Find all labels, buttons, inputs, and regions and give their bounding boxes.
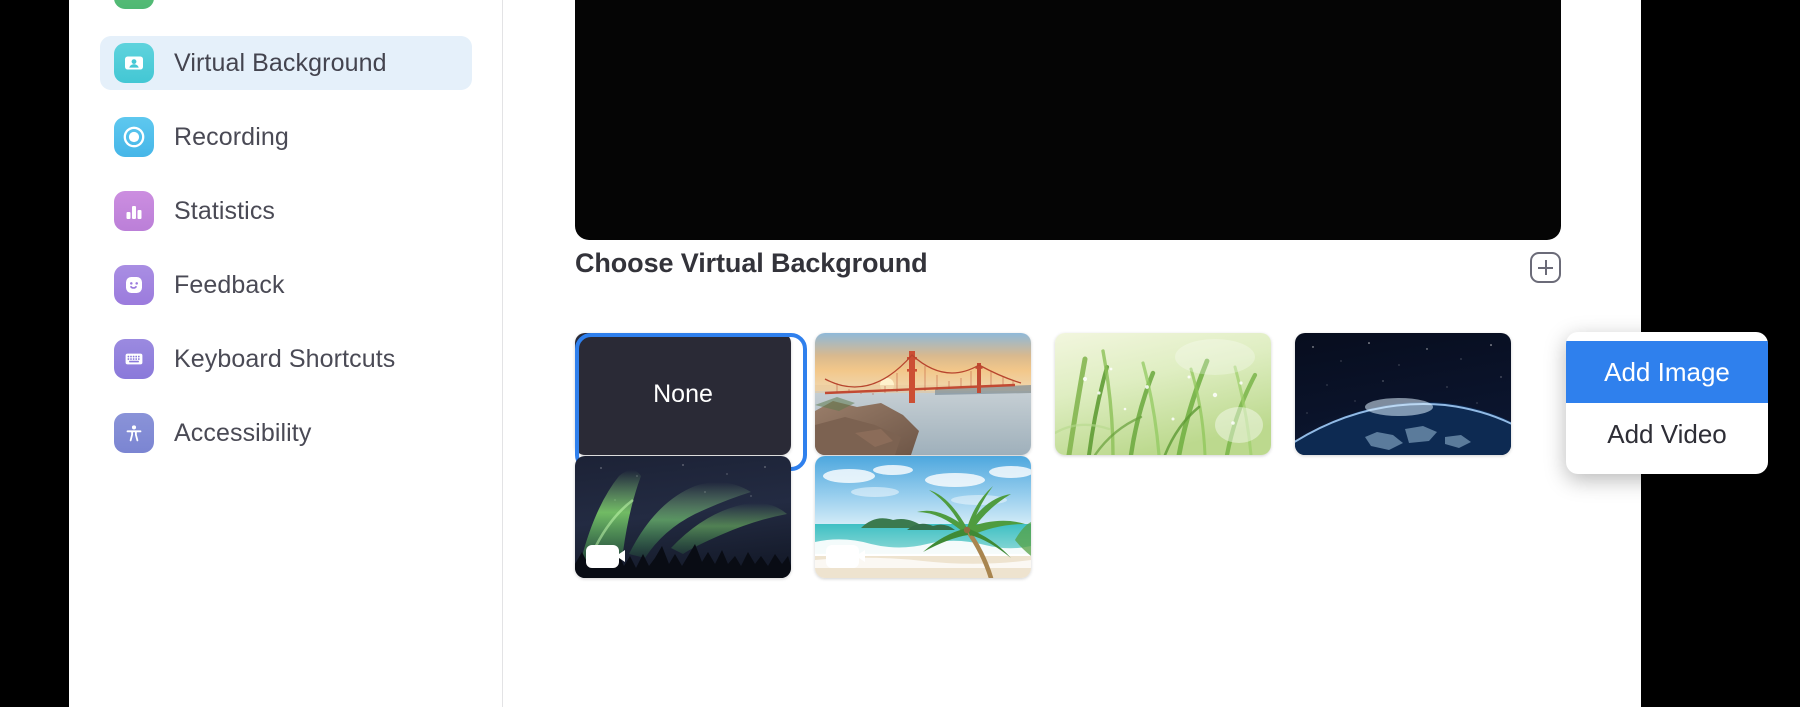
menu-item-label: Add Image <box>1604 356 1730 387</box>
bar-chart-icon <box>114 191 154 231</box>
sidebar-item-clipped-top[interactable] <box>100 0 472 16</box>
video-badge-icon <box>826 545 865 568</box>
keyboard-icon <box>114 339 154 379</box>
video-badge-icon <box>586 545 625 568</box>
sidebar-item-label: Keyboard Shortcuts <box>174 344 396 373</box>
plus-icon-vertical <box>1544 260 1547 275</box>
sidebar-item-statistics[interactable]: Statistics <box>100 184 472 238</box>
person-card-icon <box>114 43 154 83</box>
green-rounded-icon <box>114 0 154 9</box>
menu-item-add-video[interactable]: Add Video <box>1566 403 1768 465</box>
golden-gate-bridge-art <box>815 333 1031 455</box>
menu-item-label: Add Video <box>1607 418 1727 449</box>
record-circle-icon <box>114 117 154 157</box>
main-content: Choose Virtual Background None <box>504 0 1641 707</box>
add-background-menu: Add Image Add Video <box>1566 332 1768 474</box>
background-tile-space[interactable] <box>1295 333 1511 455</box>
sidebar-item-feedback[interactable]: Feedback <box>100 258 472 312</box>
settings-window: Virtual Background Recording Statistics … <box>69 0 1768 707</box>
background-tile-label: None <box>653 379 713 408</box>
smiley-face-icon <box>114 265 154 305</box>
screen: Virtual Background Recording Statistics … <box>0 0 1800 707</box>
section-header: Choose Virtual Background <box>575 248 1561 290</box>
green-grass-dew-art <box>1055 333 1271 455</box>
sidebar-item-label: Feedback <box>174 270 285 299</box>
sidebar-item-virtual-background[interactable]: Virtual Background <box>100 36 472 90</box>
sidebar-item-recording[interactable]: Recording <box>100 110 472 164</box>
accessibility-person-icon <box>114 413 154 453</box>
camera-preview[interactable] <box>575 0 1561 240</box>
sidebar-item-label: Virtual Background <box>174 48 387 77</box>
background-tile-beach[interactable] <box>815 456 1031 578</box>
sidebar-item-accessibility[interactable]: Accessibility <box>100 406 472 460</box>
sidebar-item-label: Statistics <box>174 196 276 225</box>
background-tile-aurora[interactable] <box>575 456 791 578</box>
page-title: Choose Virtual Background <box>575 248 928 278</box>
background-tile-bridge[interactable] <box>815 333 1031 455</box>
background-tile-none[interactable]: None <box>575 333 791 455</box>
sidebar: Virtual Background Recording Statistics … <box>69 0 503 707</box>
background-tile-grass[interactable] <box>1055 333 1271 455</box>
add-background-button[interactable] <box>1530 252 1561 283</box>
sidebar-nav-list: Virtual Background Recording Statistics … <box>69 0 503 480</box>
sidebar-item-label: Accessibility <box>174 418 312 447</box>
earth-from-space-art <box>1295 333 1511 455</box>
menu-item-add-image[interactable]: Add Image <box>1566 341 1768 403</box>
sidebar-item-label: Recording <box>174 122 289 151</box>
sidebar-item-keyboard-shortcuts[interactable]: Keyboard Shortcuts <box>100 332 472 386</box>
